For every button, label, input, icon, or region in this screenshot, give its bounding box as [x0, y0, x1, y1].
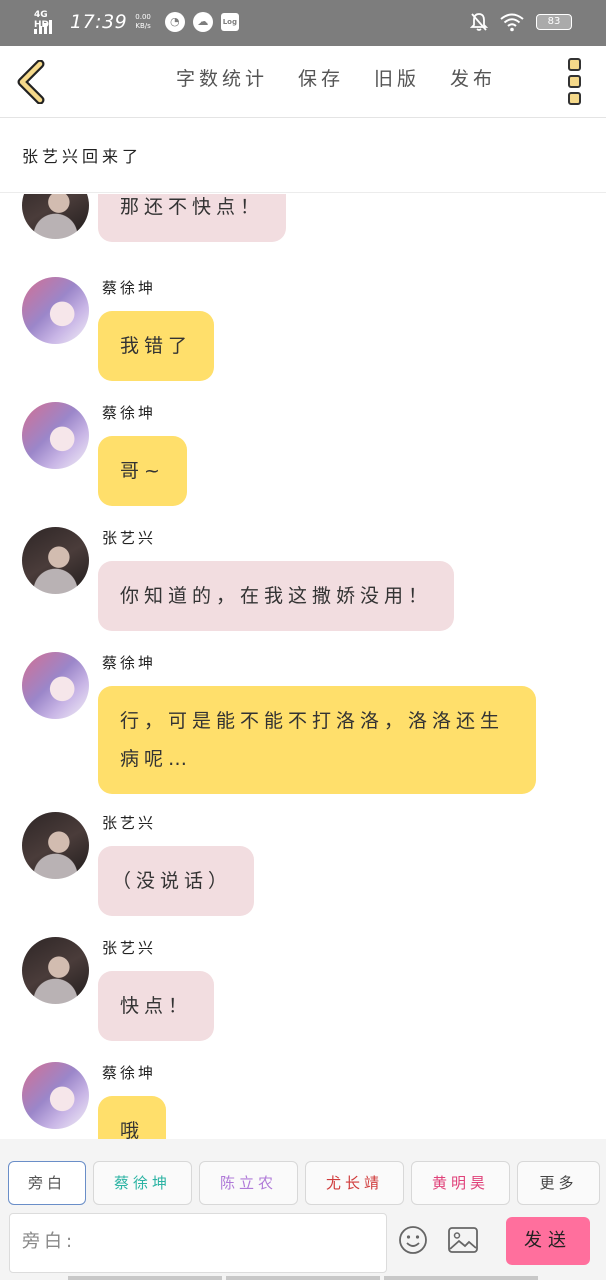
sender-name: 张艺兴	[102, 529, 157, 547]
role-tab-more[interactable]: 更多	[517, 1161, 600, 1205]
emoji-icon[interactable]	[398, 1225, 428, 1255]
message-bubble[interactable]: 快点！	[98, 971, 215, 1041]
image-icon[interactable]	[448, 1227, 478, 1253]
status-bar: 4G HD 17:39 0.00 KB/s ◔ ☁ Log 83	[0, 0, 606, 46]
bell-off-icon	[470, 13, 488, 31]
message-bubble[interactable]: 行，可是能不能不打洛洛，洛洛还生病呢…	[98, 686, 536, 794]
wechat-icon: ☁	[192, 12, 213, 32]
sender-name: 蔡徐坤	[102, 654, 157, 672]
publish-button[interactable]: 发布	[450, 64, 496, 91]
message-bubble[interactable]: （没说话）	[98, 846, 255, 916]
speed-value: 0.00	[135, 13, 151, 21]
message-bubble[interactable]: 你知道的，在我这撒娇没用！	[98, 561, 455, 631]
composer-panel: 旁白 蔡徐坤 陈立农 尤长靖 黄明昊 更多 旁白: 发送	[0, 1139, 606, 1280]
speed-unit: KB/s	[135, 22, 151, 30]
avatar[interactable]	[22, 527, 89, 594]
log-icon: Log	[220, 13, 239, 31]
story-title[interactable]: 张艺兴回来了	[22, 143, 142, 167]
role-tab-cai-xukun[interactable]: 蔡徐坤	[93, 1161, 192, 1205]
role-tab-narrator[interactable]: 旁白	[8, 1161, 86, 1205]
back-button[interactable]	[14, 59, 50, 105]
role-tab-chen-linong[interactable]: 陈立农	[199, 1161, 298, 1205]
avatar[interactable]	[22, 277, 89, 344]
word-count-button[interactable]: 字数统计	[176, 64, 268, 91]
editor-toolbar: 字数统计 保存 旧版 发布	[0, 46, 606, 118]
avatar[interactable]	[22, 1062, 89, 1129]
message-bubble[interactable]: 哦	[98, 1096, 167, 1139]
avatar[interactable]	[22, 194, 89, 239]
network-speed: 0.00 KB/s	[135, 13, 151, 31]
battery-level: 83	[547, 16, 561, 27]
avatar[interactable]	[22, 652, 89, 719]
back-arrow-icon	[17, 59, 45, 105]
message-input[interactable]: 旁白:	[9, 1213, 387, 1273]
avatar[interactable]	[22, 812, 89, 879]
role-tab-huang-minghao[interactable]: 黄明昊	[411, 1161, 510, 1205]
message-bubble[interactable]: 那还不快点！	[98, 194, 287, 242]
speedometer-icon: ◔	[164, 12, 185, 32]
sender-name: 蔡徐坤	[102, 1064, 157, 1082]
clock: 17:39	[70, 11, 128, 33]
story-header: 张艺兴回来了	[0, 119, 606, 193]
menu-icon[interactable]	[568, 58, 582, 106]
wifi-icon	[500, 13, 524, 32]
send-button[interactable]: 发送	[506, 1217, 590, 1265]
sender-name: 蔡徐坤	[102, 404, 157, 422]
avatar[interactable]	[22, 937, 89, 1004]
sender-name: 张艺兴	[102, 939, 157, 957]
battery-icon: 83	[536, 14, 572, 30]
message-bubble[interactable]: 哥~	[98, 436, 187, 506]
sender-name: 张艺兴	[102, 814, 157, 832]
old-version-button[interactable]: 旧版	[374, 64, 420, 91]
home-indicator	[68, 1276, 538, 1280]
role-tab-you-zhangjing[interactable]: 尤长靖	[305, 1161, 404, 1205]
sender-name: 蔡徐坤	[102, 279, 157, 297]
signal-icon: 4G HD	[34, 10, 62, 34]
message-bubble[interactable]: 我错了	[98, 311, 215, 381]
save-button[interactable]: 保存	[298, 64, 344, 91]
chat-list[interactable]: 那还不快点！ 蔡徐坤 我错了 蔡徐坤 哥~ 张艺兴 你知道的，在我这撒娇没用！ …	[0, 194, 606, 1139]
role-selector: 旁白 蔡徐坤 陈立农 尤长靖 黄明昊 更多	[8, 1161, 600, 1205]
avatar[interactable]	[22, 402, 89, 469]
